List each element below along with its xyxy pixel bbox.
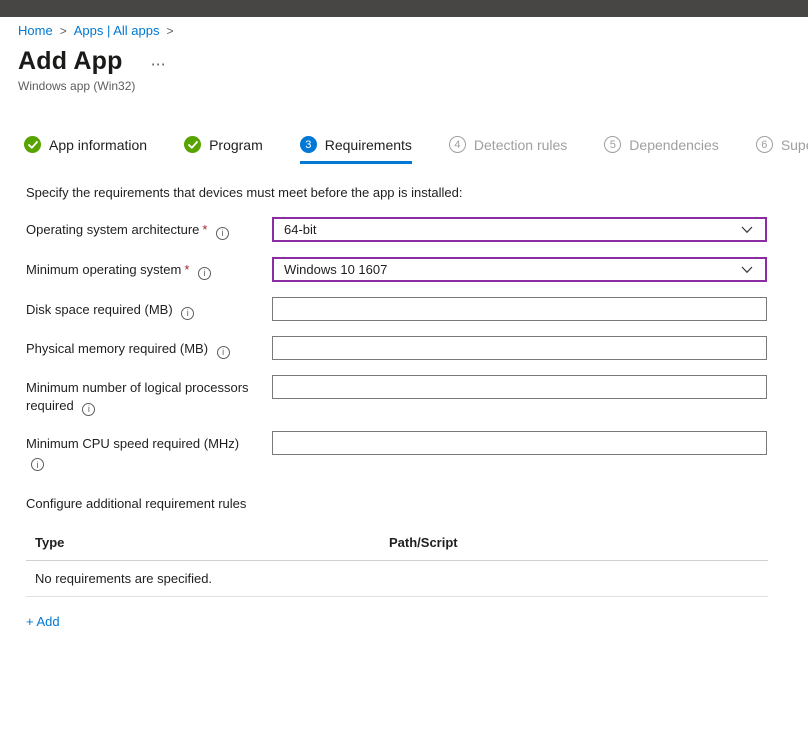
os-architecture-select[interactable]: 64-bit xyxy=(272,217,767,242)
step-label: Detection rules xyxy=(474,137,567,153)
field-label-text: Disk space required (MB) xyxy=(26,302,173,317)
field-label-text: Minimum CPU speed required (MHz) xyxy=(26,436,239,451)
chevron-down-icon xyxy=(741,266,753,274)
empty-table-message: No requirements are specified. xyxy=(26,561,768,597)
wizard-steps: App information Program 3 Requirements 4… xyxy=(24,136,808,164)
field-label: Operating system architecture* i xyxy=(26,217,272,240)
info-icon[interactable]: i xyxy=(181,307,194,320)
required-asterisk: * xyxy=(184,262,189,277)
field-label: Minimum CPU speed required (MHz) i xyxy=(26,431,272,472)
step-label: Requirements xyxy=(325,137,412,153)
chevron-down-icon xyxy=(741,226,753,234)
requirements-form: Operating system architecture* i 64-bit … xyxy=(26,217,808,471)
step-number-badge: 5 xyxy=(604,136,621,153)
step-label: App information xyxy=(49,137,147,153)
field-label: Disk space required (MB) i xyxy=(26,297,272,320)
page-content: Home > Apps | All apps > Add App ⋯ Windo… xyxy=(0,23,808,631)
column-header-type: Type xyxy=(35,535,389,550)
additional-rules-heading: Configure additional requirement rules xyxy=(26,496,808,511)
required-asterisk: * xyxy=(202,222,207,237)
page-title: Add App xyxy=(18,47,123,76)
breadcrumb-home-link[interactable]: Home xyxy=(18,23,53,38)
requirements-instruction: Specify the requirements that devices mu… xyxy=(26,185,808,200)
field-label-text: Physical memory required (MB) xyxy=(26,341,208,356)
select-value: Windows 10 1607 xyxy=(284,262,387,277)
step-supersedence[interactable]: 6 Supersedence xyxy=(756,136,808,164)
breadcrumb-separator-icon: > xyxy=(60,24,67,38)
step-dependencies[interactable]: 5 Dependencies xyxy=(604,136,719,164)
field-row-minimum-os: Minimum operating system* i Windows 10 1… xyxy=(26,257,808,282)
physical-memory-input[interactable] xyxy=(272,336,767,360)
field-row-os-architecture: Operating system architecture* i 64-bit xyxy=(26,217,808,242)
step-label: Supersedence xyxy=(781,137,808,153)
field-label-text: Minimum operating system xyxy=(26,262,181,277)
step-requirements[interactable]: 3 Requirements xyxy=(300,136,412,164)
breadcrumb-all-apps-link[interactable]: Apps | All apps xyxy=(74,23,160,38)
disk-space-input[interactable] xyxy=(272,297,767,321)
check-icon xyxy=(24,136,41,153)
check-icon xyxy=(184,136,201,153)
field-label: Physical memory required (MB) i xyxy=(26,336,272,359)
field-label-text: Operating system architecture xyxy=(26,222,199,237)
step-detection-rules[interactable]: 4 Detection rules xyxy=(449,136,567,164)
info-icon[interactable]: i xyxy=(82,403,95,416)
page-subtitle: Windows app (Win32) xyxy=(18,79,808,93)
cpu-speed-input[interactable] xyxy=(272,431,767,455)
more-menu-button[interactable]: ⋯ xyxy=(147,55,171,73)
field-row-cpu-speed: Minimum CPU speed required (MHz) i xyxy=(26,431,808,472)
select-value: 64-bit xyxy=(284,222,317,237)
field-row-disk-space: Disk space required (MB) i xyxy=(26,297,808,321)
logical-processors-input[interactable] xyxy=(272,375,767,399)
step-app-information[interactable]: App information xyxy=(24,136,147,164)
info-icon[interactable]: i xyxy=(31,458,44,471)
step-number-badge: 3 xyxy=(300,136,317,153)
field-label-text: Minimum number of logical processors req… xyxy=(26,380,249,413)
add-requirement-link[interactable]: + Add xyxy=(26,614,60,629)
breadcrumb-separator-icon: > xyxy=(166,24,173,38)
field-label: Minimum number of logical processors req… xyxy=(26,375,272,416)
step-label: Program xyxy=(209,137,263,153)
info-icon[interactable]: i xyxy=(217,346,230,359)
step-number-badge: 4 xyxy=(449,136,466,153)
column-header-path-script: Path/Script xyxy=(389,535,458,550)
field-row-logical-processors: Minimum number of logical processors req… xyxy=(26,375,808,416)
field-label: Minimum operating system* i xyxy=(26,257,272,280)
breadcrumb: Home > Apps | All apps > xyxy=(18,23,808,38)
table-header-row: Type Path/Script xyxy=(26,535,768,561)
portal-top-bar xyxy=(0,0,808,17)
field-row-physical-memory: Physical memory required (MB) i xyxy=(26,336,808,360)
info-icon[interactable]: i xyxy=(198,267,211,280)
info-icon[interactable]: i xyxy=(216,227,229,240)
minimum-os-select[interactable]: Windows 10 1607 xyxy=(272,257,767,282)
step-label: Dependencies xyxy=(629,137,719,153)
step-number-badge: 6 xyxy=(756,136,773,153)
requirement-rules-table: Type Path/Script No requirements are spe… xyxy=(26,535,768,597)
step-program[interactable]: Program xyxy=(184,136,263,164)
